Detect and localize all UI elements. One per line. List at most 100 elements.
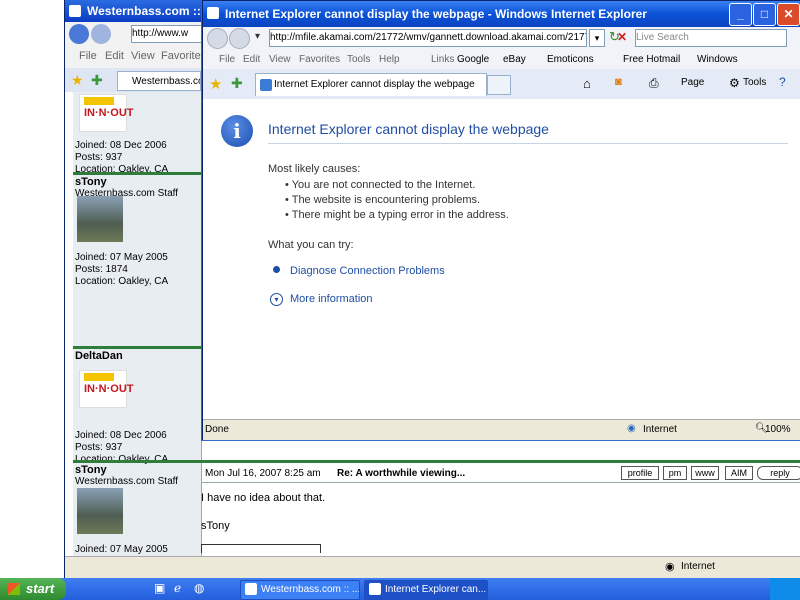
address-input[interactable]: http://mfile.akamai.com/21772/wmv/gannet… (269, 29, 587, 47)
ie-tab-icon (260, 79, 272, 91)
post-signature: sTony (201, 520, 230, 532)
link-ebay[interactable]: eBay (503, 54, 526, 65)
aim-button[interactable]: AIM (725, 466, 753, 480)
www-button[interactable]: www (691, 466, 719, 480)
post-separator (73, 172, 201, 175)
reply-button[interactable]: reply (757, 466, 800, 480)
window-title: Internet Explorer cannot display the web… (225, 7, 647, 21)
stop-icon[interactable]: ✕ (617, 29, 633, 45)
tools-menu[interactable]: Tools (743, 77, 766, 88)
menu-favorites[interactable]: Favorites (161, 50, 206, 62)
tab-label: Internet Explorer cannot display the web… (274, 79, 475, 90)
favorites-star-icon[interactable]: ★ (71, 72, 84, 89)
windows-logo-icon (8, 583, 20, 595)
taskbar: start ▣ ℯ ◍ Westernbass.com :: ... Inter… (0, 578, 800, 600)
author-name[interactable]: sTony (75, 176, 178, 188)
in-n-out-logo: IN·N·OUT (79, 94, 134, 132)
expand-icon[interactable]: ▾ (270, 293, 283, 306)
joined-date: Joined: 07 May 2005 (75, 544, 168, 555)
avatar (77, 488, 123, 534)
background-tab[interactable]: Westernbass.com (117, 71, 201, 91)
maximize-button[interactable]: □ (753, 3, 776, 26)
zone-label: Internet (643, 424, 677, 435)
menu-file[interactable]: File (79, 50, 97, 62)
author-name[interactable]: sTony (75, 464, 178, 476)
forward-icon[interactable] (91, 24, 111, 44)
post-subject[interactable]: Re: A worthwhile viewing... (337, 468, 465, 479)
menu-bar: File Edit View Favorites Tools Help Link… (203, 49, 800, 69)
menu-view[interactable]: View (131, 50, 155, 62)
close-button[interactable]: ✕ (777, 3, 800, 26)
desktop-icon[interactable]: ▣ (154, 581, 165, 595)
link-google[interactable]: Google (457, 54, 489, 65)
new-tab-button[interactable] (487, 75, 511, 95)
more-info-link[interactable]: More information (290, 293, 373, 305)
title-bar[interactable]: Internet Explorer cannot display the web… (203, 1, 800, 27)
zoom-level[interactable]: 100% (765, 424, 791, 435)
add-favorites-icon[interactable]: ✚ (231, 75, 243, 92)
menu-edit[interactable]: Edit (105, 50, 124, 62)
address-bar: ▾ http://mfile.akamai.com/21772/wmv/gann… (203, 27, 800, 50)
active-tab[interactable]: Internet Explorer cannot display the web… (255, 73, 487, 96)
diagnose-link[interactable]: Diagnose Connection Problems (290, 265, 445, 277)
taskbar-item-westernbass[interactable]: Westernbass.com :: ... (240, 580, 360, 600)
minimize-button[interactable]: _ (729, 3, 752, 26)
link-free-hotmail[interactable]: Free Hotmail (623, 54, 680, 65)
help-icon[interactable]: ? (779, 75, 786, 89)
profile-button[interactable]: profile (621, 466, 659, 480)
start-button[interactable]: start (0, 578, 66, 600)
globe-icon: ◉ (627, 423, 636, 434)
signature-image (201, 544, 321, 553)
search-input[interactable]: Live Search (635, 29, 787, 47)
menu-edit[interactable]: Edit (243, 54, 260, 65)
taskbar-item-ie-error[interactable]: Internet Explorer can... (364, 580, 488, 600)
status-text: Done (205, 424, 229, 435)
post2-meta: Joined: 07 May 2005 Posts: 1874 Location… (75, 252, 168, 288)
favorites-star-icon[interactable]: ★ (209, 75, 222, 93)
print-icon[interactable]: ⎙ (649, 76, 659, 91)
home-icon[interactable]: ⌂ (583, 76, 591, 91)
menu-help[interactable]: Help (379, 54, 400, 65)
author-rank: Westernbass.com Staff (75, 476, 179, 487)
forward-icon[interactable] (229, 28, 250, 49)
joined-date: Joined: 07 May 2005 (75, 252, 168, 263)
start-label: start (26, 581, 55, 596)
tab-row: ★ ✚ Internet Explorer cannot display the… (203, 69, 800, 100)
joined-date: Joined: 08 Dec 2006 (75, 140, 167, 151)
post-date: Mon Jul 16, 2007 8:25 am (205, 468, 321, 479)
ie-quicklaunch-icon[interactable]: ℯ (174, 581, 181, 595)
zone-label: Internet (681, 561, 715, 572)
background-status-bar: ◉ Internet (65, 556, 800, 577)
system-tray (770, 578, 800, 600)
status-bar: Done ◉ Internet 🔍︎ 100% (203, 419, 800, 440)
post-count: Posts: 1874 (75, 264, 128, 275)
back-icon[interactable] (207, 28, 228, 49)
feeds-icon[interactable]: ◙ (615, 76, 622, 88)
menu-tools[interactable]: Tools (347, 54, 370, 65)
link-windows[interactable]: Windows (697, 54, 738, 65)
menu-favorites[interactable]: Favorites (299, 54, 340, 65)
quicklaunch-icon[interactable]: ◍ (194, 581, 204, 595)
page-menu[interactable]: Page (681, 77, 704, 88)
back-icon[interactable] (69, 24, 89, 44)
links-label: Links (431, 54, 455, 65)
background-address-input[interactable]: http://www.w (131, 25, 203, 43)
pm-button[interactable]: pm (663, 466, 687, 480)
ie-error-window: Internet Explorer cannot display the web… (202, 0, 800, 440)
globe-icon: ◉ (665, 561, 675, 573)
post1-meta: Joined: 08 Dec 2006 Posts: 937 Location:… (75, 140, 168, 176)
joined-date: Joined: 08 Dec 2006 (75, 430, 167, 441)
cause-item: • There might be a typing error in the a… (285, 209, 509, 221)
ie-icon (207, 7, 219, 19)
avatar (77, 196, 123, 242)
add-favorites-icon[interactable]: ✚ (91, 72, 103, 89)
cause-item: • You are not connected to the Internet. (285, 179, 476, 191)
link-emoticons[interactable]: Emoticons (547, 54, 594, 65)
cause-item: • The website is encountering problems. (285, 194, 481, 206)
in-n-out-logo: IN·N·OUT (79, 370, 134, 408)
gear-icon: ⚙ (729, 76, 740, 90)
menu-view[interactable]: View (269, 54, 291, 65)
author-name[interactable]: DeltaDan (75, 350, 123, 362)
menu-file[interactable]: File (219, 54, 235, 65)
history-dropdown-icon[interactable]: ▾ (255, 31, 260, 42)
